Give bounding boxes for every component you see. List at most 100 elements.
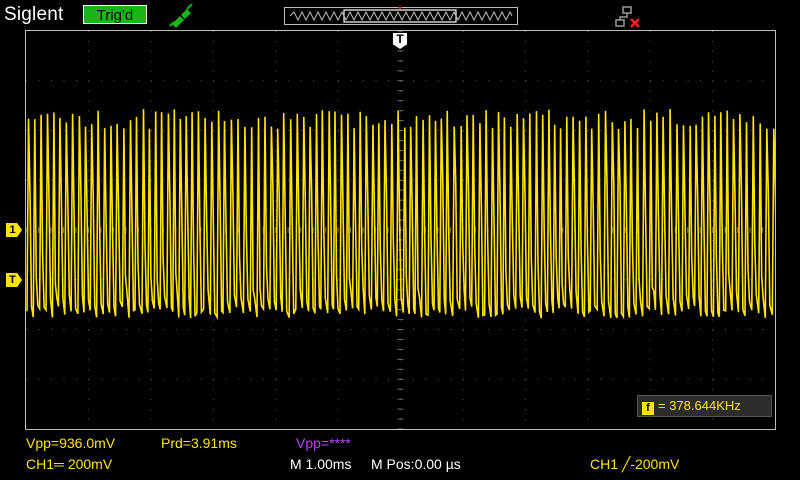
grid-dot <box>512 329 514 330</box>
grid-dot <box>150 31 152 32</box>
grid-dot <box>649 349 651 351</box>
grid-dot <box>425 130 427 131</box>
grid-dot <box>163 179 165 181</box>
grid-dot <box>737 378 739 380</box>
grid-dot <box>388 378 390 380</box>
grid-dot <box>462 319 464 321</box>
grid-dot <box>524 359 526 361</box>
grid-dot <box>750 329 752 330</box>
grid-dot <box>687 80 689 82</box>
grid-dot <box>712 160 714 162</box>
grid-dot <box>637 80 639 82</box>
grid-dot <box>700 80 702 82</box>
grid-dot <box>687 130 689 131</box>
grid-dot <box>88 80 90 82</box>
grid-dot <box>562 378 564 380</box>
grid-dot <box>87 50 89 52</box>
grid-dot <box>175 130 177 131</box>
grid-dot <box>363 378 365 380</box>
grid-dot <box>649 40 651 42</box>
grid-dot <box>275 170 277 172</box>
grid-dot <box>587 70 589 72</box>
grid-dot <box>575 80 577 82</box>
grid-dot <box>650 329 652 330</box>
grid-dot <box>437 80 439 82</box>
grid-dot <box>275 409 277 411</box>
grid-dot <box>450 378 452 380</box>
grid-dot <box>562 80 564 82</box>
ch1-ground-marker[interactable]: 1 <box>6 223 22 237</box>
grid-dot <box>587 409 589 411</box>
grid-dot <box>225 329 227 330</box>
grid-dot <box>437 329 439 330</box>
grid-dot <box>687 378 689 380</box>
grid-dot <box>313 179 315 181</box>
grid-dot <box>288 80 290 82</box>
grid-dot <box>288 179 290 181</box>
grid-dot <box>712 60 714 62</box>
grid-dot <box>150 329 152 330</box>
grid-dot <box>587 378 589 380</box>
grid-dot <box>337 359 339 361</box>
grid-dot <box>338 130 340 131</box>
grid-dot <box>138 179 140 181</box>
grid-dot <box>113 80 115 82</box>
grid-dot <box>275 210 277 212</box>
grid-dot <box>337 349 339 351</box>
grid-dot <box>212 299 214 301</box>
grid-dot <box>212 419 214 421</box>
grid-dot <box>275 319 277 321</box>
grid-dot <box>50 279 52 281</box>
grid-dot <box>537 80 539 82</box>
grid-dot <box>350 179 352 181</box>
grid-dot <box>337 239 339 241</box>
grid-dot <box>462 70 464 72</box>
grid-dot <box>325 130 327 131</box>
grid-dot <box>50 130 52 131</box>
grid-dot <box>212 349 214 351</box>
grid-dot <box>150 140 152 142</box>
grid-dot <box>87 319 89 321</box>
grid-dot <box>87 140 89 142</box>
grid-dot <box>375 130 377 131</box>
grid-dot <box>87 220 89 222</box>
grid-dot <box>337 100 339 102</box>
grid-dot <box>462 120 464 122</box>
grid-dot <box>700 329 702 330</box>
grid-dot <box>337 200 339 202</box>
grid-dot <box>275 329 277 330</box>
trigger-level-marker[interactable]: T <box>6 273 22 287</box>
grid-dot <box>512 378 514 380</box>
timebase: M 1.00ms <box>290 456 352 472</box>
grid-dot <box>412 329 414 330</box>
grid-dot <box>649 419 651 421</box>
grid-dot <box>475 80 477 82</box>
grid-dot <box>87 349 89 351</box>
probe-icon <box>169 4 193 28</box>
grid-dot <box>313 378 315 380</box>
grid-dot <box>150 179 152 181</box>
grid-dot <box>150 100 152 102</box>
grid-dot <box>275 359 277 361</box>
grid-dot <box>537 130 539 131</box>
grid-dot <box>524 150 526 152</box>
grid-dot <box>675 80 677 82</box>
grid-dot <box>150 349 152 351</box>
grid-dot <box>275 399 277 401</box>
grid-dot <box>175 329 177 330</box>
grid-dot <box>87 110 89 112</box>
grid-dot <box>475 378 477 380</box>
grid-dot <box>263 80 265 82</box>
grid-dot <box>712 110 714 112</box>
grid-dot <box>700 130 702 131</box>
memory-position-bar[interactable] <box>284 7 518 25</box>
grid-dot <box>737 329 739 330</box>
grid-dot <box>462 60 464 62</box>
grid-dot <box>725 329 727 330</box>
grid-dot <box>525 329 527 330</box>
waveform-display[interactable] <box>25 30 776 430</box>
status-bar: Vpp=936.0mV Prd=3.91ms Vpp=**** CH1═ 200… <box>0 430 800 480</box>
grid-dot <box>524 140 526 142</box>
grid-dot <box>275 100 277 102</box>
grid-dot <box>537 329 539 330</box>
